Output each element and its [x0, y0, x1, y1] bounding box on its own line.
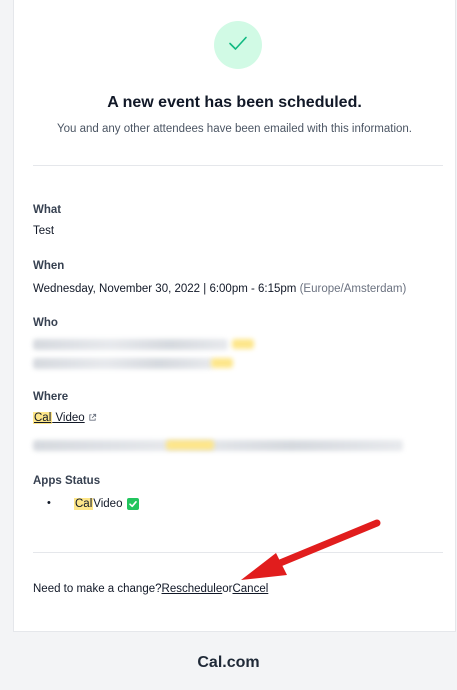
- check-icon: [226, 31, 250, 60]
- when-timezone: (Europe/Amsterdam): [299, 283, 407, 295]
- attendee-guest-redacted: [33, 358, 213, 369]
- apps-status-label: Apps Status: [33, 475, 101, 487]
- where-location-text[interactable]: Cal Video: [33, 412, 85, 424]
- where-label: Where: [33, 391, 69, 403]
- brand-logo[interactable]: Cal.com: [0, 654, 457, 672]
- booking-success-page: A new event has been scheduled. You and …: [0, 0, 457, 690]
- where-location-link[interactable]: Cal Video: [33, 412, 97, 424]
- header-divider: [33, 165, 443, 166]
- reschedule-link[interactable]: Reschedule: [162, 583, 223, 595]
- change-prompt: Need to make a change?: [33, 583, 162, 595]
- when-value: Wednesday, November 30, 2022 | 6:00pm - …: [33, 283, 406, 295]
- or-text: or: [222, 583, 233, 595]
- when-datetime: Wednesday, November 30, 2022 | 6:00pm - …: [33, 283, 297, 295]
- footer-divider: [33, 552, 443, 553]
- location-brand-highlight: Cal: [33, 412, 53, 424]
- location-brand-rest: Video: [52, 412, 85, 424]
- attendee-guest-redacted-highlight: [211, 358, 233, 368]
- what-label: What: [33, 204, 62, 216]
- booking-card: A new event has been scheduled. You and …: [13, 0, 456, 632]
- attendee-organizer-redacted-highlight: [232, 339, 254, 349]
- when-label: When: [33, 260, 65, 272]
- white-check-mark-icon: [127, 498, 140, 510]
- who-label: Who: [33, 317, 58, 329]
- external-link-icon: [88, 412, 97, 424]
- apps-brand-highlight: Cal: [74, 498, 94, 510]
- cancel-link[interactable]: Cancel: [232, 583, 268, 595]
- what-value: Test: [33, 225, 55, 237]
- meeting-url-redacted: [33, 440, 403, 451]
- page-title: A new event has been scheduled.: [107, 94, 362, 111]
- apps-brand-rest: Video: [93, 498, 123, 510]
- meeting-url-redacted-highlight: [166, 440, 214, 450]
- success-badge: [214, 21, 262, 69]
- change-booking-line: Need to make a change?RescheduleorCancel: [33, 583, 268, 595]
- attendee-organizer-redacted: [33, 339, 228, 350]
- apps-status-bullet: •: [47, 497, 51, 509]
- apps-status-item: Cal Video: [74, 498, 140, 510]
- page-subtitle: You and any other attendees have been em…: [56, 123, 413, 135]
